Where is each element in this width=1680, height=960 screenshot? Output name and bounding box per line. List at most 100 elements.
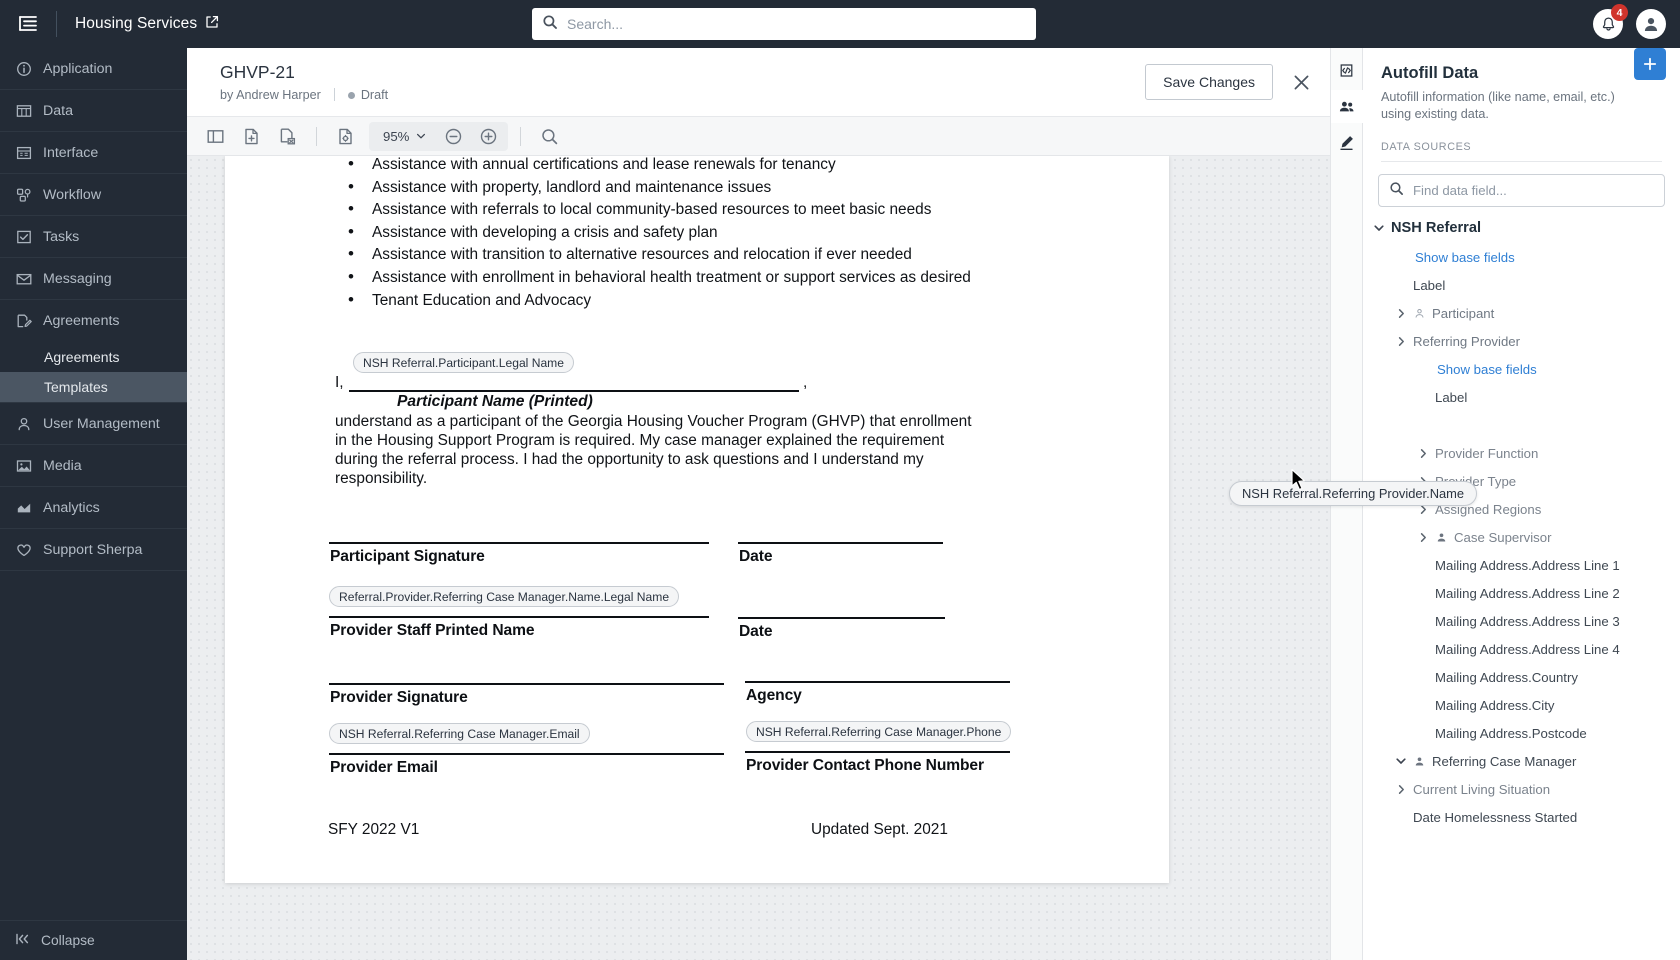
sidebar-item-interface[interactable]: Interface [0,132,187,174]
app-root: Housing Services Search... 4 Application… [0,0,1680,960]
chevron-right-icon[interactable] [1417,532,1429,543]
collapse-label: Collapse [41,933,95,948]
tree-item-mailing-address-address-line-2[interactable]: Mailing Address.Address Line 2 [1363,579,1680,607]
tree-item-mailing-address-city[interactable]: Mailing Address.City [1363,691,1680,719]
add-page-icon[interactable] [235,121,268,151]
search-input[interactable] [567,16,1026,32]
user-avatar-button[interactable] [1636,9,1666,39]
topbar-actions: 4 [1593,0,1666,48]
sidebar-item-tasks[interactable]: Tasks [0,216,187,258]
provider-staff-name-chip[interactable]: Referral.Provider.Referring Case Manager… [329,586,680,607]
toolbar-divider [316,126,317,146]
tree-item-label: Mailing Address.Country [1435,669,1578,685]
provider-signature-label: Provider Signature [330,689,468,706]
tree-item-label[interactable]: Label [1363,383,1680,411]
tree-item-label[interactable]: Label [1363,271,1680,299]
sidebar-item-label: Messaging [43,270,112,287]
document-edit-icon [15,313,32,330]
sidebar: Application Data Interface Workflow Task… [0,48,187,960]
external-link-icon [205,15,219,34]
tree-item-label: Case Supervisor [1454,529,1552,545]
services-bullet-list: Assistance with annual certifications an… [335,156,971,312]
zoom-in-icon[interactable] [472,121,505,151]
sidebar-subitem-label: Agreements [44,349,120,365]
chevron-right-icon[interactable] [1395,308,1407,319]
tree-item-mailing-address-address-line-4[interactable]: Mailing Address.Address Line 4 [1363,635,1680,663]
list-item: Assistance with property, landlord and m… [335,176,971,200]
tree-item-current-living-situation[interactable]: Current Living Situation [1363,775,1680,803]
tree-item-provider-function[interactable]: Provider Function [1363,439,1680,467]
tab-autofill-data[interactable] [1330,90,1363,123]
tree-item-label: Participant [1432,305,1495,321]
data-sources-label: DATA SOURCES [1381,141,1662,162]
panel-description: Autofill information (like name, email, … [1381,90,1615,121]
provider-email-rule [329,753,724,755]
panel-toggle-icon[interactable] [199,121,232,151]
tree-item-show-base-fields[interactable]: Show base fields [1363,355,1680,383]
tree-item-case-supervisor[interactable]: Case Supervisor [1363,523,1680,551]
chevron-right-icon[interactable] [1417,448,1429,459]
provider-staff-label: Provider Staff Printed Name [330,622,535,639]
hamburger-menu-icon[interactable] [0,0,56,48]
tree-item-mailing-address-postcode[interactable]: Mailing Address.Postcode [1363,719,1680,747]
find-data-field[interactable] [1378,174,1665,207]
sidebar-item-analytics[interactable]: Analytics [0,487,187,529]
tree-item-mailing-address-address-line-3[interactable]: Mailing Address.Address Line 3 [1363,607,1680,635]
tree-item-nsh-referral[interactable]: NSH Referral [1363,213,1680,243]
chevron-down-icon[interactable] [1373,222,1385,234]
sidebar-item-application[interactable]: Application [0,48,187,90]
heart-icon [15,541,32,558]
date-label-2: Date [739,623,773,640]
brand-link[interactable]: Housing Services [57,15,219,34]
chevron-down-icon[interactable] [1395,755,1407,767]
agreement-paragraph: understand as a participant of the Georg… [335,413,972,488]
provider-phone-chip[interactable]: NSH Referral.Referring Case Manager.Phon… [746,721,1012,742]
subtitle-divider [333,88,335,102]
sidebar-item-workflow[interactable]: Workflow [0,174,187,216]
zoom-level-dropdown[interactable]: 95% [372,129,435,144]
notifications-button[interactable]: 4 [1593,4,1628,39]
global-search[interactable] [532,8,1036,40]
sidebar-item-messaging[interactable]: Messaging [0,258,187,300]
layout-icon [15,144,32,161]
sidebar-item-support-sherpa[interactable]: Support Sherpa [0,529,187,571]
page-settings-icon[interactable] [329,121,362,151]
sidebar-item-templates[interactable]: Templates [0,372,187,402]
comma-suffix-text: , [803,374,808,391]
provider-phone-rule [745,751,1010,753]
delete-page-icon[interactable] [271,121,304,151]
chevron-right-icon[interactable] [1395,336,1407,347]
zoom-out-icon[interactable] [437,121,470,151]
sidebar-item-agreements-group[interactable]: Agreements [0,300,187,342]
close-icon[interactable] [1291,72,1312,93]
save-changes-button[interactable]: Save Changes [1145,64,1273,100]
document-page[interactable]: Assistance with annual certifications an… [225,156,1169,883]
sidebar-item-label: Application [43,60,113,77]
tree-item-mailing-address-country[interactable]: Mailing Address.Country [1363,663,1680,691]
editor-column: GHVP-21 by Andrew Harper Draft Save Chan… [187,48,1330,960]
tree-item-referring-case-manager[interactable]: Referring Case Manager [1363,747,1680,775]
tree-item-show-base-fields[interactable]: Show base fields [1363,243,1680,271]
chevron-right-icon[interactable] [1395,784,1407,795]
tree-item-date-homelessness-started[interactable]: Date Homelessness Started [1363,803,1680,831]
sidebar-item-data[interactable]: Data [0,90,187,132]
tree-item-participant[interactable]: Participant [1363,299,1680,327]
header-actions: Save Changes [1145,64,1312,100]
list-item: Assistance with annual certifications an… [335,156,971,177]
tab-annotate[interactable] [1331,126,1363,159]
tree-item-referring-provider[interactable]: Referring Provider [1363,327,1680,355]
sidebar-item-media[interactable]: Media [0,445,187,487]
find-data-field-input[interactable] [1413,183,1654,198]
document-canvas[interactable]: Assistance with annual certifications an… [187,156,1330,960]
sidebar-collapse-button[interactable]: Collapse [0,920,187,960]
provider-email-chip[interactable]: NSH Referral.Referring Case Manager.Emai… [329,723,590,744]
dragging-field-chip[interactable]: NSH Referral.Referring Provider.Name [1229,481,1478,506]
add-data-source-button[interactable] [1634,48,1666,80]
tree-item-mailing-address-address-line-1[interactable]: Mailing Address.Address Line 1 [1363,551,1680,579]
participant-name-chip[interactable]: NSH Referral.Participant.Legal Name [353,352,574,373]
tree-item-label: Label [1435,389,1468,405]
sidebar-item-user-management[interactable]: User Management [0,403,187,445]
find-in-document-icon[interactable] [533,121,566,151]
tab-code[interactable] [1331,54,1363,87]
sidebar-item-agreements[interactable]: Agreements [0,342,187,372]
